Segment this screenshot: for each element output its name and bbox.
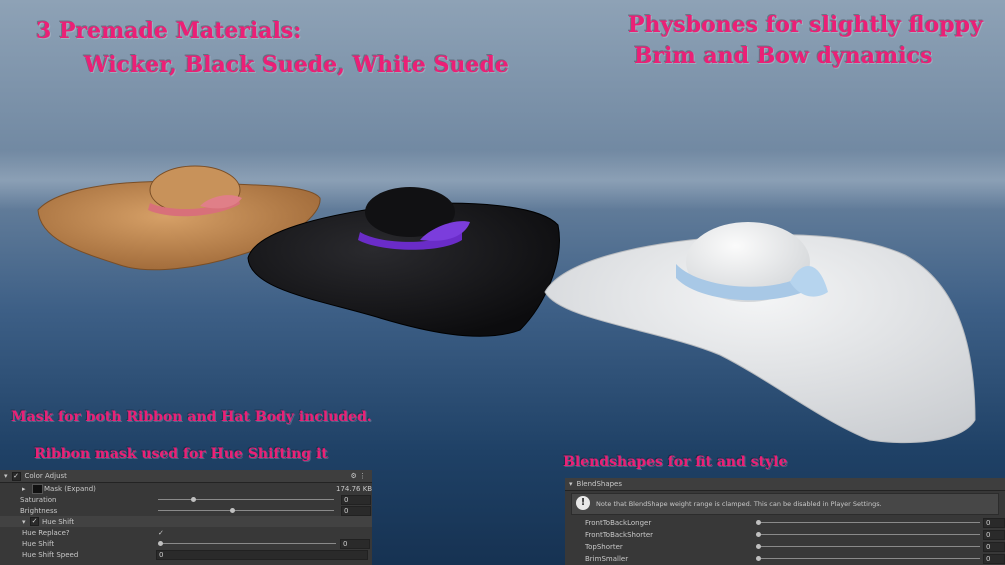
blendshapes-foldout-icon[interactable]: ▾ bbox=[569, 480, 573, 488]
blendshape-label: TopShorter bbox=[585, 543, 623, 551]
mask-size: 174.76 KB bbox=[336, 484, 373, 493]
white-suede-hat bbox=[544, 222, 976, 444]
blendshape-track[interactable] bbox=[758, 546, 980, 547]
hue-shift-speed-label: Hue Shift Speed bbox=[22, 550, 79, 559]
blendshape-value-field[interactable]: 0 bbox=[983, 542, 1005, 552]
hue-replace-checkbox[interactable]: ✓ bbox=[158, 529, 164, 537]
blendshape-label: BrimSmaller bbox=[585, 555, 629, 563]
brightness-slider-handle[interactable] bbox=[229, 508, 235, 513]
brightness-track[interactable] bbox=[158, 510, 334, 511]
premade-title: 3 Premade Materials: bbox=[36, 18, 302, 44]
hue-shift-field[interactable]: 0 bbox=[340, 539, 370, 549]
hue-shift-section-label: Hue Shift bbox=[42, 517, 75, 526]
saturation-field[interactable]: 0 bbox=[341, 495, 371, 505]
blendshape-track[interactable] bbox=[758, 558, 980, 559]
hue-shift-track[interactable] bbox=[160, 543, 336, 544]
mask-thumbnail[interactable] bbox=[32, 484, 43, 494]
blendshape-value-field[interactable]: 0 bbox=[983, 554, 1005, 564]
blendshapes-title: BlendShapes bbox=[576, 480, 623, 488]
mask-caption: Mask for both Ribbon and Hat Body includ… bbox=[11, 409, 372, 425]
blendshape-row: FrontToBackLonger 0 bbox=[565, 517, 1005, 529]
blendshapes-header[interactable]: ▾ BlendShapes bbox=[565, 478, 1005, 491]
ribbon-mask-caption: Ribbon mask used for Hue Shifting it bbox=[34, 446, 328, 462]
saturation-track[interactable] bbox=[158, 499, 334, 500]
saturation-row: Saturation 0 bbox=[0, 494, 372, 505]
blendshape-slider-handle[interactable] bbox=[756, 532, 761, 537]
premade-list: Wicker, Black Suede, White Suede bbox=[84, 52, 509, 78]
saturation-slider-handle[interactable] bbox=[191, 497, 197, 502]
hue-replace-row: Hue Replace? ✓ bbox=[0, 527, 372, 538]
blendshape-row: TopShorter 0 bbox=[565, 541, 1005, 553]
blendshape-track[interactable] bbox=[758, 534, 980, 535]
hue-shift-speed-row: Hue Shift Speed 0 bbox=[0, 549, 372, 560]
blendshape-label: FrontToBackShorter bbox=[585, 531, 654, 539]
blendshape-track[interactable] bbox=[758, 522, 980, 523]
hue-shift-row: Hue Shift 0 bbox=[0, 538, 372, 549]
mask-label: Mask (Expand) bbox=[44, 484, 96, 493]
blendshape-label: FrontToBackLonger bbox=[585, 519, 652, 527]
brightness-label: Brightness bbox=[20, 506, 58, 515]
physbones-line2: Brim and Bow dynamics bbox=[634, 43, 933, 69]
mask-foldout-icon[interactable]: ▸ bbox=[22, 485, 26, 493]
blendshape-slider-handle[interactable] bbox=[756, 520, 761, 525]
mask-row[interactable]: ▸ Mask (Expand) 174.76 KB bbox=[0, 483, 372, 494]
hue-shift-foldout-icon[interactable]: ▾ bbox=[22, 518, 26, 526]
color-adjust-panel: ▾ ✓ Color Adjust ⚙ ⋮ ▸ Mask (Expand) 174… bbox=[0, 470, 372, 565]
blendshape-slider-handle[interactable] bbox=[756, 556, 761, 561]
brightness-field[interactable]: 0 bbox=[341, 506, 371, 516]
brightness-row: Brightness 0 bbox=[0, 505, 372, 516]
header-tools-icon[interactable]: ⚙ ⋮ bbox=[350, 472, 366, 480]
physbones-line1: Physbones for slightly floppy bbox=[628, 12, 983, 38]
blendshapes-notice-box: ! Note that BlendShape weight range is c… bbox=[571, 493, 999, 515]
saturation-label: Saturation bbox=[20, 495, 57, 504]
blendshape-value-field[interactable]: 0 bbox=[983, 530, 1005, 540]
color-adjust-enable-checkbox[interactable]: ✓ bbox=[11, 471, 21, 481]
hue-shift-section-header[interactable]: ▾ ✓ Hue Shift bbox=[0, 516, 372, 527]
hue-shift-enable-checkbox[interactable]: ✓ bbox=[30, 517, 39, 526]
color-adjust-title: Color Adjust bbox=[24, 472, 67, 480]
blendshape-value-field[interactable]: 0 bbox=[983, 518, 1005, 528]
blendshape-row: FrontToBackShorter 0 bbox=[565, 529, 1005, 541]
info-icon: ! bbox=[576, 496, 590, 510]
hue-shift-label: Hue Shift bbox=[22, 539, 55, 548]
blendshapes-caption: Blendshapes for fit and style bbox=[563, 454, 788, 470]
blendshape-row: BrimSmaller 0 bbox=[565, 553, 1005, 565]
hue-shift-speed-field[interactable]: 0 bbox=[156, 550, 368, 560]
color-adjust-header[interactable]: ▾ ✓ Color Adjust ⚙ ⋮ bbox=[0, 470, 372, 483]
hue-shift-slider-handle[interactable] bbox=[158, 541, 163, 546]
foldout-arrow-icon[interactable]: ▾ bbox=[4, 472, 8, 480]
blendshapes-notice-text: Note that BlendShape weight range is cla… bbox=[596, 500, 882, 508]
blendshapes-panel: ▾ BlendShapes ! Note that BlendShape wei… bbox=[565, 478, 1005, 565]
hue-replace-label: Hue Replace? bbox=[22, 528, 70, 537]
blendshape-slider-handle[interactable] bbox=[756, 544, 761, 549]
